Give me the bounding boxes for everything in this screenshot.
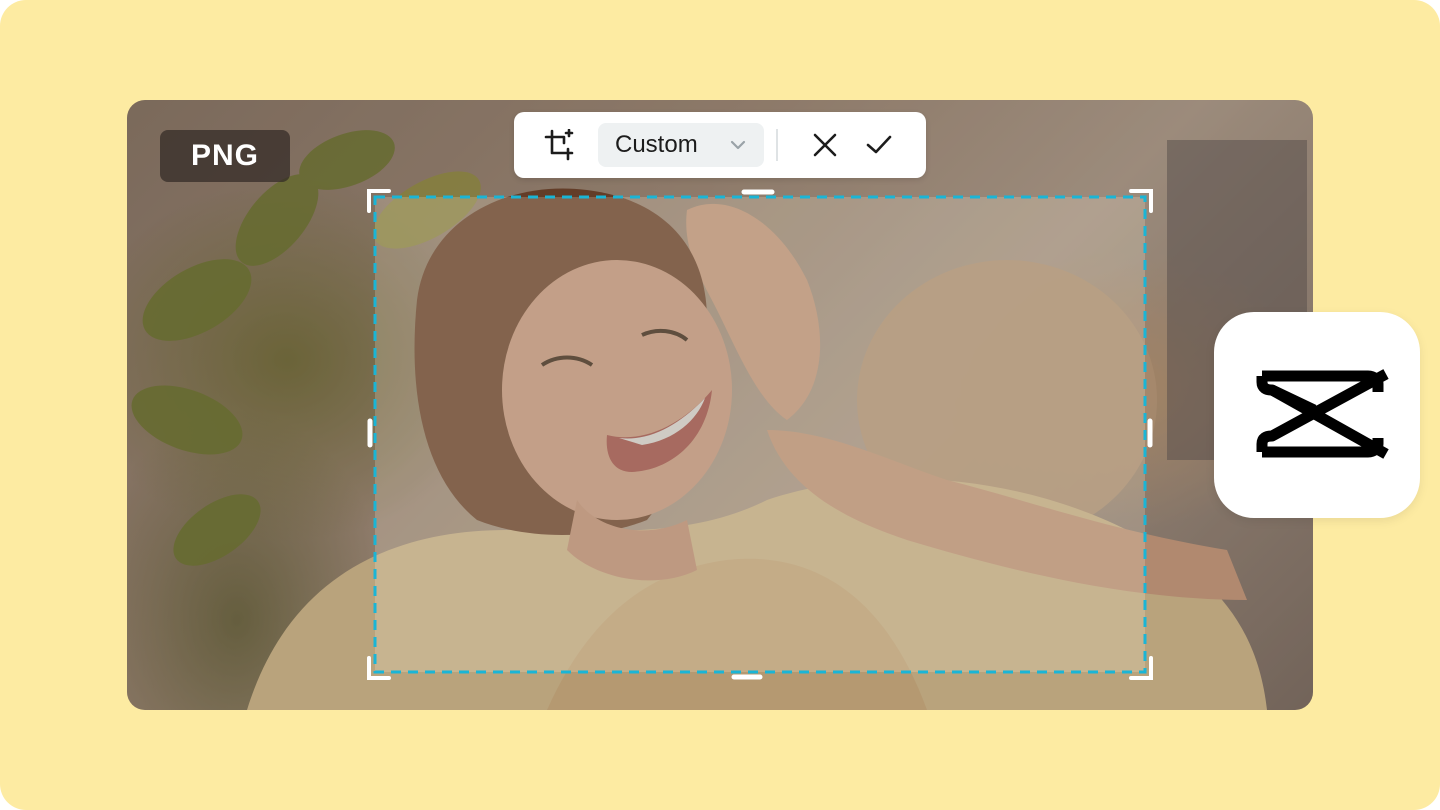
check-icon[interactable] (864, 132, 894, 158)
format-badge: PNG (160, 130, 290, 182)
toolbar-divider (776, 129, 778, 161)
crop-edge-handles (367, 189, 1153, 680)
crop-toolbar: Custom (514, 112, 926, 178)
crop-frame[interactable] (367, 189, 1153, 680)
chevron-down-icon (730, 140, 746, 150)
promo-canvas: PNG Custom (0, 0, 1440, 810)
capcut-logo-icon (1256, 369, 1389, 459)
brand-logo-tile (1214, 312, 1420, 518)
crop-frame-overlay (367, 189, 1153, 680)
crop-corner-handles (367, 189, 1153, 680)
close-icon[interactable] (812, 132, 838, 158)
aspect-ratio-select[interactable]: Custom (598, 123, 764, 167)
aspect-ratio-value: Custom (615, 131, 698, 158)
crop-icon[interactable] (544, 129, 576, 161)
